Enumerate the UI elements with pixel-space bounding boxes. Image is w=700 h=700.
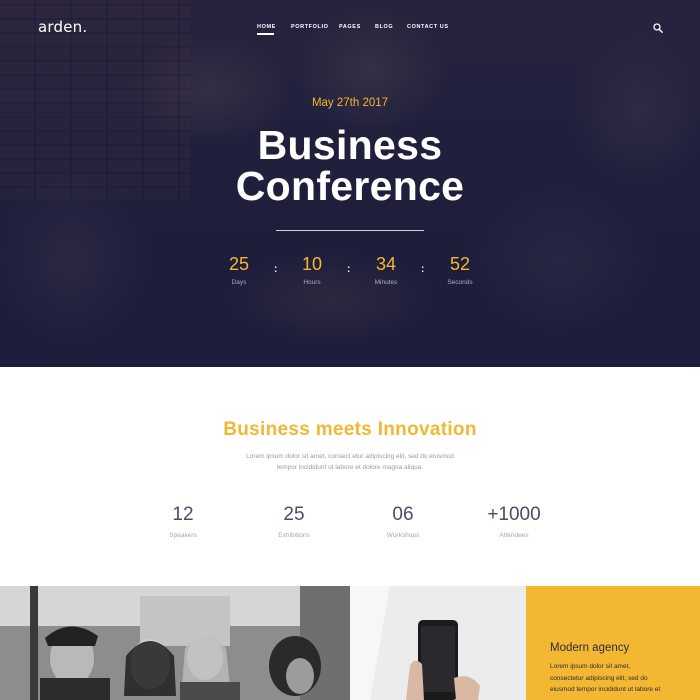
nav-item-portfolio[interactable]: PORTFOLIO [291, 24, 328, 30]
countdown-hours-value: 10 [301, 254, 323, 274]
stat-exhibitions-value: 25 [283, 504, 305, 525]
countdown-days-value: 25 [228, 254, 250, 274]
nav-item-pages[interactable]: PAGES [339, 24, 361, 30]
event-date: May 27th 2017 [311, 97, 389, 109]
stat-workshops-value: 06 [392, 504, 414, 525]
team-photo-illustration [0, 586, 350, 700]
phone-photo-illustration [350, 586, 526, 700]
search-icon[interactable] [653, 23, 663, 33]
phone-photo [350, 586, 526, 700]
nav-item-home[interactable]: HOME [257, 24, 276, 30]
hero-section: arden. HOME PORTFOLIO PAGES BLOG CONTACT… [0, 0, 700, 367]
stat-speakers-value: 12 [172, 504, 194, 525]
countdown-minutes-label: Minutes [374, 279, 398, 286]
intro-description-line: Lorem ipsum dolor sit amet, consect etur… [246, 453, 454, 460]
stat-attendees-value: +1000 [487, 504, 541, 525]
countdown-seconds-label: Seconds [447, 279, 473, 286]
countdown-hours-label: Hours [303, 279, 321, 286]
promo-description-line: eiusmod tempor incididunt ut labore et [550, 686, 661, 693]
hero-title-line1: Business [257, 122, 443, 168]
promo-description-line: consectetur adipiscing elit, sed do [550, 674, 648, 682]
stat-exhibitions-label: Exhibitions [278, 532, 310, 539]
hero-title-line2: Conference [235, 163, 465, 209]
promo-title: Modern agency [550, 642, 630, 654]
stat-attendees-label: Attendees [499, 532, 529, 539]
countdown-minutes-value: 34 [375, 254, 397, 274]
hero-divider [276, 230, 424, 231]
stat-speakers-label: Speakers [169, 532, 197, 539]
nav-item-blog[interactable]: BLOG [375, 24, 393, 30]
promo-description: Lorem ipsum dolor sit amet, consectetur … [550, 661, 692, 696]
nav-active-indicator [257, 33, 274, 35]
promo-panel: Modern agency Lorem ipsum dolor sit amet… [526, 586, 700, 700]
countdown-separator: : [274, 264, 278, 275]
promo-description-line: Lorem ipsum dolor sit amet, [550, 663, 631, 670]
countdown-separator: : [347, 264, 351, 275]
nav-item-contact-us[interactable]: CONTACT US [407, 24, 449, 30]
countdown-separator: : [421, 264, 425, 275]
intro-title: Business meets Innovation [223, 419, 477, 440]
countdown-seconds-value: 52 [449, 254, 471, 274]
stat-workshops-label: Workshops [386, 532, 420, 539]
top-navigation: arden. HOME PORTFOLIO PAGES BLOG CONTACT… [0, 0, 700, 56]
logo[interactable]: arden. [38, 18, 87, 36]
intro-description: Lorem ipsum dolor sit amet, consect etur… [200, 451, 500, 473]
countdown-days-label: Days [231, 279, 247, 286]
intro-description-line: tempor incididunt ut labore et dolore ma… [276, 464, 424, 471]
team-photo [0, 586, 350, 700]
